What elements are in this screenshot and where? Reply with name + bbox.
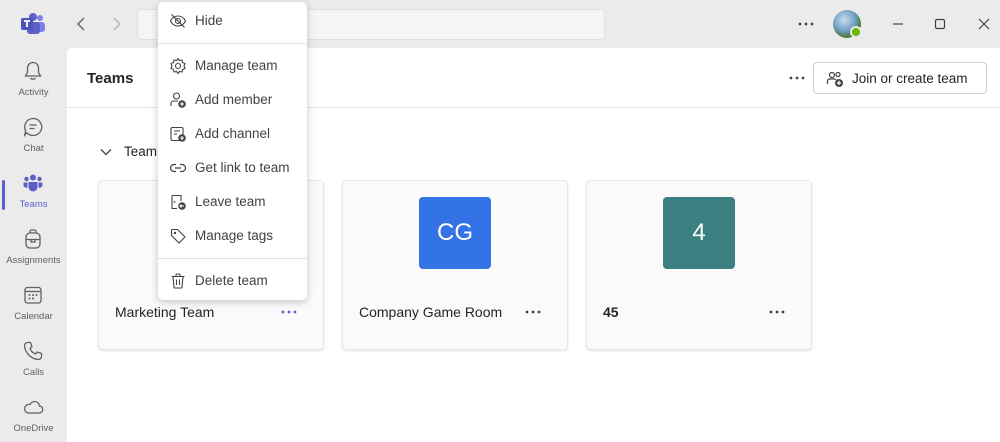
menu-item-delete-team[interactable]: Delete team [158,266,307,296]
trash-icon [171,273,185,289]
rail-item-assignments[interactable]: Assignments [0,220,67,276]
menu-item-label: Manage team [195,58,278,73]
rail-item-label: Assignments [6,255,61,266]
cloud-icon [24,400,44,414]
backpack-icon [25,229,41,249]
menu-item-label: Get link to team [195,160,290,175]
team-avatar-tile: CG [419,197,491,269]
teams-icon [23,174,43,192]
close-icon[interactable] [974,14,994,34]
menu-item-label: Hide [195,13,223,28]
microsoft-teams-logo [21,13,45,34]
rail-item-label: Calendar [14,311,53,322]
menu-item-manage-tags[interactable]: Manage tags [158,221,307,251]
menu-item-label: Add channel [195,126,271,141]
menu-item-label: Leave team [195,194,266,209]
more-options-icon[interactable] [523,303,543,321]
link-icon [169,163,187,173]
rail-item-activity[interactable]: Activity [0,52,67,108]
app-rail: Activity Chat Teams Assignments Calendar… [0,48,67,442]
minimize-icon[interactable] [888,14,908,34]
menu-item-add-channel[interactable]: Add channel [158,119,307,149]
team-name: 45 [603,304,619,320]
join-or-create-team-button[interactable]: Join or create team [813,62,987,94]
back-arrow-icon[interactable] [72,14,92,34]
tag-icon [170,228,186,244]
menu-item-label: Manage tags [195,228,274,243]
menu-item-add-member[interactable]: Add member [158,85,307,115]
maximize-icon[interactable] [930,14,950,34]
menu-item-label: Add member [195,92,273,107]
rail-item-teams[interactable]: Teams [0,164,67,220]
menu-divider [158,258,307,259]
rail-item-calendar[interactable]: Calendar [0,276,67,332]
team-avatar-tile: 4 [663,197,735,269]
section-header[interactable]: Team [124,144,157,159]
title-bar [0,0,1000,48]
chevron-down-icon[interactable] [98,144,114,160]
rail-item-label: Teams [19,199,48,210]
rail-item-calls[interactable]: Calls [0,332,67,388]
add-person-icon [170,92,186,108]
page-title: Teams [87,70,134,87]
team-name: Marketing Team [115,304,215,320]
phone-icon [23,341,43,361]
menu-item-leave-team[interactable]: Leave team [158,187,307,217]
rail-item-chat[interactable]: Chat [0,108,67,164]
menu-item-label: Delete team [195,273,268,288]
gear-icon [170,57,186,75]
add-people-icon [826,71,843,87]
more-options-icon[interactable] [767,303,787,321]
rail-item-label: Chat [23,143,44,154]
more-icon[interactable] [796,14,816,34]
menu-divider [158,43,307,44]
rail-item-label: Activity [18,87,49,98]
team-card[interactable]: 4 45 [586,180,812,350]
presence-available-icon [850,26,862,38]
bell-icon [24,61,42,80]
join-button-label: Join or create team [852,71,968,86]
eye-off-icon [169,14,187,28]
more-options-icon[interactable] [787,68,807,88]
rail-item-onedrive[interactable]: OneDrive [0,388,67,442]
menu-item-manage-team[interactable]: Manage team [158,51,307,81]
team-card[interactable]: CG Company Game Room [342,180,568,350]
rail-item-label: OneDrive [13,423,54,434]
more-options-icon[interactable] [279,303,299,321]
add-channel-icon [170,126,186,142]
team-context-menu: Hide Manage team Add member Add channel [158,2,307,300]
calendar-icon [24,286,42,304]
chat-icon [23,117,43,138]
menu-item-get-link[interactable]: Get link to team [158,153,307,183]
leave-icon [171,194,186,210]
forward-arrow-icon[interactable] [106,14,126,34]
team-name: Company Game Room [359,304,503,320]
menu-item-hide[interactable]: Hide [158,6,307,36]
rail-item-label: Calls [22,367,45,378]
